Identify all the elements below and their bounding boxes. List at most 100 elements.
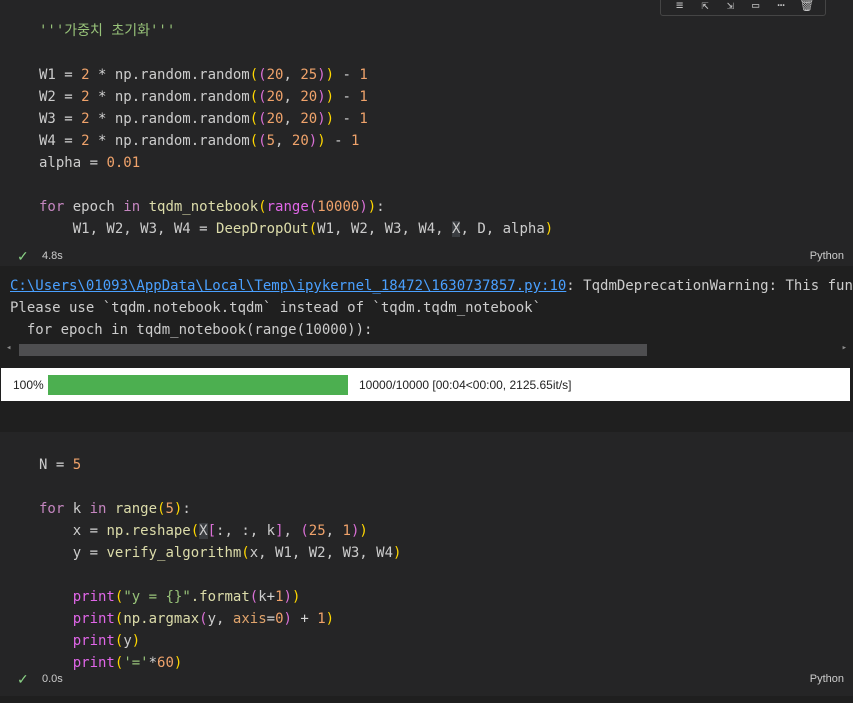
language-label[interactable]: Python xyxy=(810,673,844,685)
code-token: ] xyxy=(275,523,284,539)
code-token: ) xyxy=(359,523,368,539)
code-line[interactable]: W3 = 2 * np.random.random((20, 20)) - 1 xyxy=(39,108,368,130)
code-token: 5 xyxy=(72,457,82,473)
code-token: range xyxy=(114,501,158,517)
code-token: 1 xyxy=(359,111,368,127)
code-token: : xyxy=(182,501,191,517)
code-token: ( xyxy=(249,67,259,83)
code-token: ( xyxy=(258,199,267,215)
code-token: 5 xyxy=(266,133,276,149)
execution-time: 4.8s xyxy=(42,250,63,262)
code-token: , D, alpha xyxy=(460,221,545,237)
code-token: print xyxy=(72,589,115,605)
code-token: ) xyxy=(325,111,335,127)
code-token: np.random.random xyxy=(114,89,250,105)
code-cell-2[interactable]: N = 5 for k in range(5): x = np.reshape(X… xyxy=(0,432,853,696)
progress-bar-fill xyxy=(48,375,348,395)
code-token: 5 xyxy=(165,501,174,517)
code-token: , xyxy=(275,133,292,149)
code-line[interactable]: print(np.argmax(y, axis=0) + 1) xyxy=(39,608,334,630)
code-token: + xyxy=(291,611,318,627)
code-token: - xyxy=(334,111,360,127)
code-token: ) xyxy=(283,589,292,605)
code-line[interactable]: alpha = 0.01 xyxy=(39,152,140,174)
code-line[interactable]: N = 5 xyxy=(39,454,81,476)
delete-icon[interactable]: 🗑 xyxy=(799,0,814,11)
code-token: W3 xyxy=(39,111,65,127)
code-token: ( xyxy=(249,589,259,605)
code-token: X xyxy=(199,523,208,539)
code-line[interactable]: y = verify_algorithm(x, W1, W2, W3, W4) xyxy=(39,542,402,564)
code-line[interactable]: print("y = {}".format(k+1)) xyxy=(39,586,301,608)
code-token: - xyxy=(334,67,360,83)
code-line[interactable]: W4 = 2 * np.random.random((5, 20)) - 1 xyxy=(39,130,359,152)
execute-above-icon[interactable]: ⇱ xyxy=(698,0,712,11)
code-token: ) xyxy=(325,89,335,105)
split-cell-icon[interactable]: ▭ xyxy=(749,0,763,11)
code-token: for xyxy=(39,199,73,215)
code-token: = xyxy=(89,155,107,171)
progress-stats: 10000/10000 [00:04<00:00, 2125.65it/s] xyxy=(359,378,572,392)
code-token: , xyxy=(283,67,301,83)
code-line[interactable]: x = np.reshape(X[:, :, k], (25, 1)) xyxy=(39,520,368,542)
code-line[interactable]: W1 = 2 * np.random.random((20, 25)) - 1 xyxy=(39,64,368,86)
code-token: 20 xyxy=(291,133,309,149)
code-token: - xyxy=(325,133,351,149)
code-line[interactable]: '''가중치 초기화''' xyxy=(39,20,175,42)
language-label[interactable]: Python xyxy=(810,250,844,262)
execute-below-icon[interactable]: ⇲ xyxy=(723,0,737,11)
code-token: ( xyxy=(249,133,259,149)
horizontal-scrollbar[interactable]: ◂ ▸ xyxy=(0,342,853,356)
cell-toolbar: ≡ ⇱ ⇲ ▭ ⋯ 🗑 xyxy=(660,0,826,16)
code-line[interactable]: for epoch in tqdm_notebook(range(10000))… xyxy=(39,196,385,218)
code-token: N xyxy=(39,457,56,473)
code-token: * xyxy=(98,133,115,149)
code-token: :, :, k xyxy=(216,523,276,539)
code-token: , xyxy=(283,523,301,539)
more-icon[interactable]: ⋯ xyxy=(774,0,788,11)
code-token: in xyxy=(123,199,149,215)
code-token: np.argmax xyxy=(123,611,200,627)
code-line[interactable]: W1, W2, W3, W4 = DeepDropOut(W1, W2, W3,… xyxy=(39,218,553,240)
code-token: 1 xyxy=(359,67,368,83)
code-cell-1[interactable]: ≡ ⇱ ⇲ ▭ ⋯ 🗑 '''가중치 초기화''' W1 = 2 * np.ran… xyxy=(0,0,853,266)
progress-bar xyxy=(48,375,348,395)
code-token: W1, W2, W3, W4, xyxy=(317,221,453,237)
code-token: verify_algorithm xyxy=(106,545,242,561)
code-token: ( xyxy=(258,133,267,149)
code-token: ( xyxy=(258,89,267,105)
code-token: ) xyxy=(325,611,335,627)
scroll-right-icon[interactable]: ▸ xyxy=(842,343,847,353)
code-token: for xyxy=(39,501,73,517)
code-token: - xyxy=(334,89,360,105)
code-token: print xyxy=(72,633,115,649)
traceback-link[interactable]: C:\Users\01093\AppData\Local\Temp\ipyker… xyxy=(10,278,566,294)
code-token: W4 xyxy=(39,133,65,149)
run-by-line-icon[interactable]: ≡ xyxy=(673,0,687,11)
code-token: k xyxy=(258,589,267,605)
code-line[interactable]: print(y) xyxy=(39,630,140,652)
code-token: DeepDropOut xyxy=(216,221,309,237)
code-token: 20 xyxy=(266,111,284,127)
code-token: np.random.random xyxy=(114,111,250,127)
code-token: = xyxy=(64,89,82,105)
code-token: = xyxy=(266,611,276,627)
code-token: ( xyxy=(308,199,318,215)
code-token: * xyxy=(98,89,115,105)
code-token: axis xyxy=(232,611,267,627)
code-token: + xyxy=(266,589,276,605)
code-token: epoch xyxy=(72,199,124,215)
code-token: 25 xyxy=(300,67,318,83)
code-token: [ xyxy=(207,523,217,539)
code-token: = xyxy=(64,133,82,149)
code-token: * xyxy=(98,67,115,83)
code-line[interactable]: W2 = 2 * np.random.random((20, 20)) - 1 xyxy=(39,86,368,108)
code-token: alpha xyxy=(39,155,90,171)
code-line[interactable]: for k in range(5): xyxy=(39,498,191,520)
scrollbar-thumb[interactable] xyxy=(19,344,647,356)
scroll-left-icon[interactable]: ◂ xyxy=(6,343,11,353)
code-token: 1 xyxy=(275,589,284,605)
